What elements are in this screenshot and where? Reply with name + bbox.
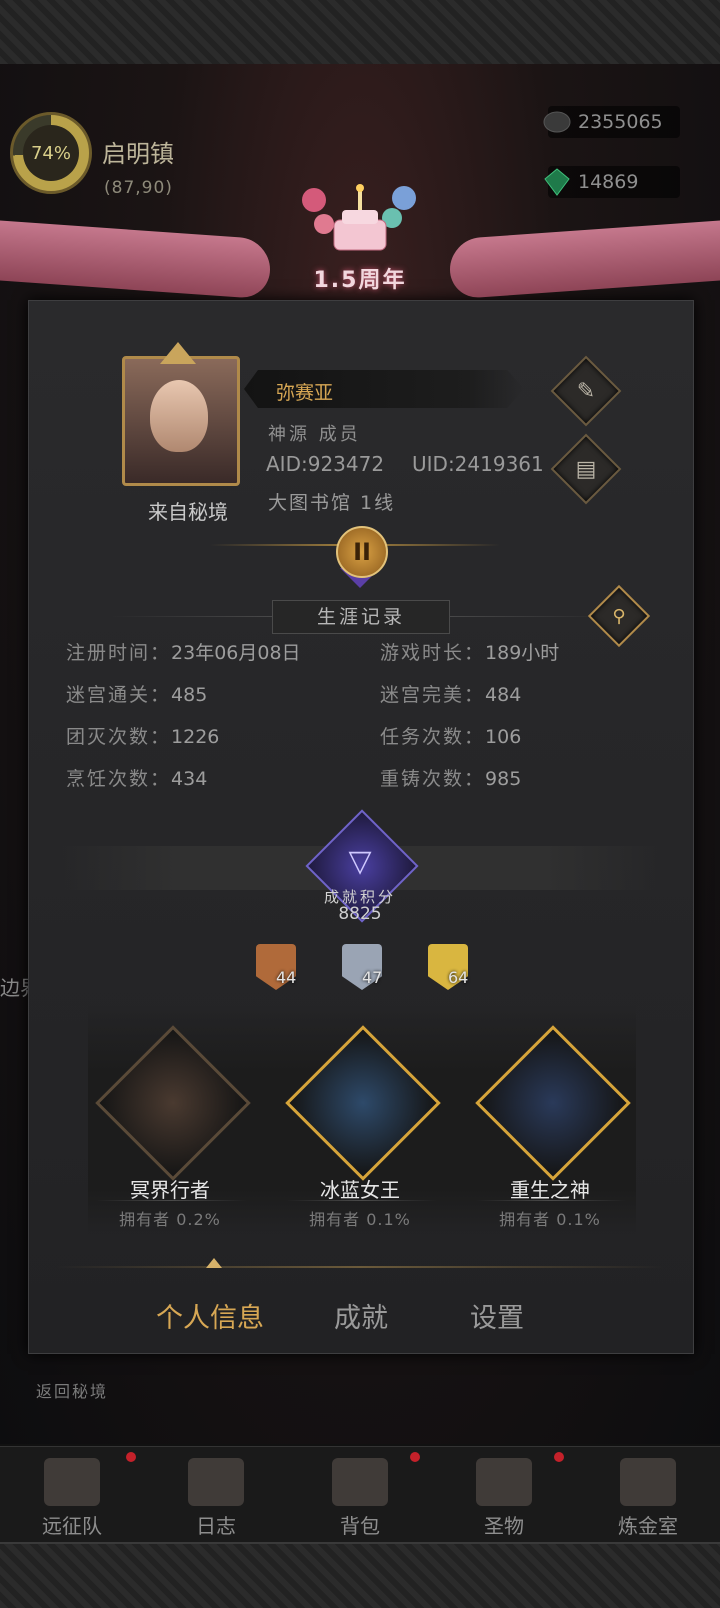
nav-alchemy[interactable]: 炼金室 xyxy=(576,1446,720,1544)
nav-label: 背包 xyxy=(340,1514,380,1538)
document-icon: ▤ xyxy=(575,456,597,482)
stat-maze-perfect: 迷宫完美：484 xyxy=(380,680,521,707)
stat-label: 团灭次数： xyxy=(66,726,172,748)
emerald-icon xyxy=(544,168,570,196)
nav-expedition[interactable]: 远征队 xyxy=(0,1446,144,1544)
currency-stone-value: 2355065 xyxy=(578,111,663,133)
achievement-score: 8825 xyxy=(338,904,382,924)
notification-dot xyxy=(410,1452,420,1462)
player-aid: AID:923472 xyxy=(266,452,385,476)
nav-label: 炼金室 xyxy=(618,1514,678,1538)
stone-icon xyxy=(543,111,571,133)
tab-achievements[interactable]: 成就 xyxy=(334,1296,388,1335)
notification-dot xyxy=(554,1452,564,1462)
anniversary-banner: 1.5周年 xyxy=(313,268,407,293)
nav-journal[interactable]: 日志 xyxy=(144,1446,288,1544)
stat-label: 烹饪次数： xyxy=(66,768,172,790)
stat-wipes: 团灭次数：1226 xyxy=(66,722,219,749)
avatar-origin: 来自秘境 xyxy=(148,500,228,524)
feather-icon: ✎ xyxy=(576,378,596,404)
currency-emerald[interactable]: 14869 xyxy=(544,166,680,198)
nav-relics[interactable]: 圣物 xyxy=(432,1446,576,1544)
achievement-card-name: 冥界行者 xyxy=(130,1178,210,1202)
stat-reforge: 重铸次数：985 xyxy=(380,764,521,791)
nav-label: 日志 xyxy=(196,1514,236,1538)
stat-label: 迷宫完美： xyxy=(380,684,486,706)
location-progress-badge[interactable]: 74% xyxy=(10,112,92,194)
stat-play-time: 游戏时长：189小时 xyxy=(380,638,559,665)
triangle-star-icon: ▽ xyxy=(348,844,372,879)
alchemy-icon xyxy=(620,1458,676,1506)
rank-badge[interactable]: II xyxy=(336,526,388,578)
nav-label: 远征队 xyxy=(42,1514,102,1538)
stat-value: 434 xyxy=(171,768,208,790)
career-title: 生涯记录 xyxy=(272,600,450,634)
stat-label: 迷宫通关： xyxy=(66,684,172,706)
scroll-icon xyxy=(188,1458,244,1506)
achievement-card-name: 重生之神 xyxy=(510,1178,590,1202)
stat-value: 985 xyxy=(485,768,522,790)
tab-divider xyxy=(56,1266,664,1268)
achievement-card-owners: 拥有者 0.1% xyxy=(499,1210,601,1229)
magnifier-icon: ⚲ xyxy=(612,605,626,627)
stat-value: 1226 xyxy=(171,726,220,748)
avatar-portrait xyxy=(150,380,208,452)
stat-register-time: 注册时间：23年06月08日 xyxy=(66,638,301,665)
bottom-frame xyxy=(0,1542,720,1608)
currency-stone[interactable]: 2355065 xyxy=(543,106,680,138)
stat-quests: 任务次数：106 xyxy=(380,722,521,749)
helmet-icon xyxy=(44,1458,100,1506)
location-coords: (87,90) xyxy=(104,178,173,198)
cake-icon xyxy=(302,184,416,251)
player-uid: UID:2419361 xyxy=(412,452,544,476)
notification-dot xyxy=(126,1452,136,1462)
relic-icon xyxy=(476,1458,532,1506)
stat-maze-clear: 迷宫通关：485 xyxy=(66,680,207,707)
stat-value: 484 xyxy=(485,684,522,706)
player-name: 弥赛亚 xyxy=(276,382,334,404)
tab-settings[interactable]: 设置 xyxy=(470,1296,524,1335)
achievement-card-name: 冰蓝女王 xyxy=(320,1178,400,1202)
stat-value: 189小时 xyxy=(485,642,560,664)
top-frame xyxy=(0,0,720,66)
stat-value: 23年06月08日 xyxy=(171,642,301,664)
location-name: 启明镇 xyxy=(102,140,174,168)
location-progress-inner: 74% xyxy=(23,125,79,181)
achievement-card-owners: 拥有者 0.1% xyxy=(309,1210,411,1229)
stat-label: 任务次数： xyxy=(380,726,486,748)
stat-label: 游戏时长： xyxy=(380,642,486,664)
silver-medal-count: 47 xyxy=(362,968,383,987)
gold-medal-count: 64 xyxy=(448,968,469,987)
stat-value: 106 xyxy=(485,726,522,748)
stat-label: 重铸次数： xyxy=(380,768,486,790)
bag-icon xyxy=(332,1458,388,1506)
achievement-card-owners: 拥有者 0.2% xyxy=(119,1210,221,1229)
stat-value: 485 xyxy=(171,684,208,706)
bronze-medal-count: 44 xyxy=(276,968,297,987)
guild-membership: 神源 成员 xyxy=(268,424,361,445)
return-to-realm[interactable]: 返回秘境 xyxy=(36,1378,108,1402)
stat-cooking: 烹饪次数：434 xyxy=(66,764,207,791)
nav-label: 圣物 xyxy=(484,1514,524,1538)
currency-emerald-value: 14869 xyxy=(578,171,639,193)
tab-personal-info[interactable]: 个人信息 xyxy=(156,1296,264,1335)
server-name: 大图书馆 1线 xyxy=(268,492,396,514)
stat-label: 注册时间： xyxy=(66,642,172,664)
location-percent: 74% xyxy=(30,142,71,164)
nav-backpack[interactable]: 背包 xyxy=(288,1446,432,1544)
